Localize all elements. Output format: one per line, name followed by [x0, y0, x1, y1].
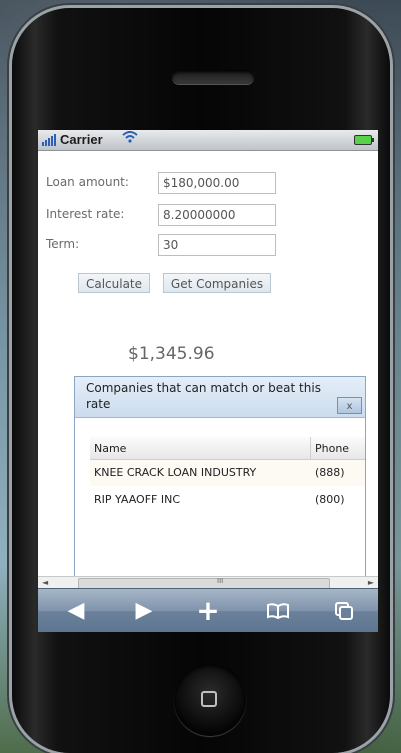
home-square-icon [201, 691, 217, 707]
calculate-button[interactable]: Calculate [78, 273, 150, 293]
company-name: KNEE CRACK LOAN INDUSTRY [94, 466, 257, 479]
earpiece-speaker [172, 70, 254, 84]
buttons-row: Calculate Get Companies [38, 273, 378, 297]
home-button[interactable] [174, 664, 246, 736]
table-header: Name Phone [90, 437, 365, 460]
loan-amount-row: Loan amount: [38, 172, 378, 196]
wifi-icon [122, 131, 138, 146]
interest-rate-row: Interest rate: [38, 204, 378, 228]
company-phone: (888) [315, 466, 345, 479]
battery-icon [354, 135, 374, 145]
loan-amount-input[interactable] [158, 172, 276, 194]
add-icon[interactable]: + [190, 597, 226, 625]
interest-rate-input[interactable] [158, 204, 276, 226]
pages-icon[interactable] [326, 597, 362, 625]
column-header-phone[interactable]: Phone [315, 442, 349, 455]
get-companies-button[interactable]: Get Companies [163, 273, 271, 293]
company-phone: (800) [315, 493, 345, 506]
monthly-payment-result: $1,345.96 [128, 344, 215, 364]
dialog-header: Companies that can match or beat this ra… [75, 377, 365, 418]
scroll-left-icon[interactable]: ◄ [42, 578, 48, 587]
scroll-right-icon[interactable]: ► [368, 578, 374, 587]
companies-dialog: Companies that can match or beat this ra… [74, 376, 366, 578]
table-row[interactable]: RIP YAAOFF INC (800) [90, 487, 365, 513]
carrier-label: Carrier [60, 132, 103, 147]
back-icon[interactable]: ◀ [58, 597, 94, 625]
term-row: Term: [38, 234, 378, 258]
screen: Carrier Loan amount: Interest rate: Term… [38, 130, 378, 632]
term-input[interactable] [158, 234, 276, 256]
table-row[interactable]: KNEE CRACK LOAN INDUSTRY (888) [90, 460, 365, 486]
status-bar: Carrier [38, 130, 378, 151]
forward-icon[interactable]: ▶ [126, 597, 162, 625]
column-divider [310, 437, 311, 459]
term-label: Term: [46, 237, 80, 251]
dialog-close-button[interactable]: x [337, 397, 362, 414]
bookmarks-icon[interactable] [260, 597, 296, 625]
interest-rate-label: Interest rate: [46, 207, 125, 221]
scroll-grip-icon: III [217, 577, 224, 585]
dialog-title: Companies that can match or beat this ra… [86, 381, 321, 411]
browser-toolbar: ◀ ▶ + [38, 588, 378, 632]
loan-amount-label: Loan amount: [46, 175, 129, 189]
company-name: RIP YAAOFF INC [94, 493, 181, 506]
signal-icon [42, 134, 56, 146]
column-header-name[interactable]: Name [94, 442, 126, 455]
